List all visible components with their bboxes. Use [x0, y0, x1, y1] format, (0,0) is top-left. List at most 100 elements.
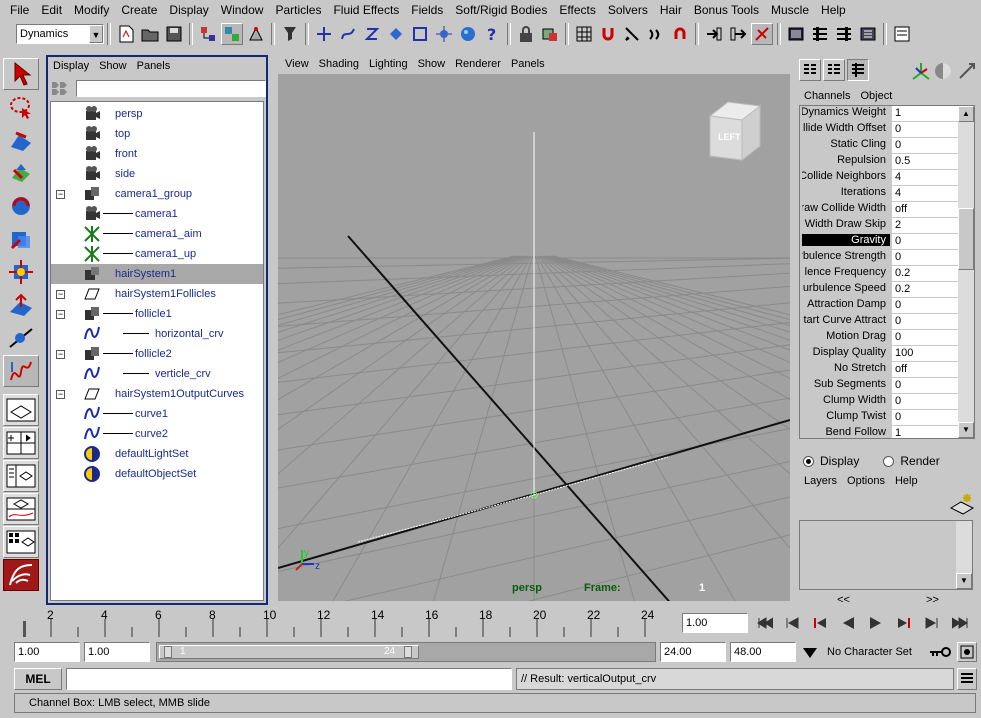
wave-icon[interactable]: [645, 23, 667, 45]
persp-outliner-layout-icon[interactable]: [3, 460, 39, 492]
channel-layer-view-icon[interactable]: [847, 59, 869, 81]
viewport-menu-view[interactable]: View: [280, 58, 314, 70]
channel-value-field[interactable]: 0: [892, 234, 958, 249]
channel-name[interactable]: Clump Twist: [802, 410, 890, 422]
layer-menu-options[interactable]: Options: [842, 475, 890, 487]
command-input[interactable]: [66, 668, 512, 690]
chevron-down-icon[interactable]: ▼: [89, 25, 103, 43]
channel-value-field[interactable]: 0.5: [892, 154, 958, 169]
channel-row[interactable]: Display Quality 100: [800, 346, 960, 362]
outliner-item[interactable]: top: [51, 124, 263, 144]
menu-modify[interactable]: Modify: [68, 0, 115, 20]
collapse-icon[interactable]: −: [56, 350, 65, 359]
outliner-item[interactable]: − hairSystem1OutputCurves: [51, 384, 263, 404]
channel-menu-channels[interactable]: Channels: [799, 90, 855, 102]
history-icon[interactable]: [573, 23, 595, 45]
channel-name[interactable]: Collide Neighbors: [802, 170, 890, 182]
channel-name[interactable]: rbulence Strength: [802, 250, 890, 262]
channel-value-field[interactable]: 0.2: [892, 266, 958, 281]
ipr-render-icon[interactable]: [833, 23, 855, 45]
menu-effects[interactable]: Effects: [553, 0, 601, 20]
menu-help[interactable]: Help: [815, 0, 852, 20]
universal-manipulator-icon[interactable]: [3, 256, 39, 288]
new-scene-icon[interactable]: [115, 23, 137, 45]
collapse-icon[interactable]: −: [56, 290, 65, 299]
channel-value-field[interactable]: 2: [892, 218, 958, 233]
viewport-menu-show[interactable]: Show: [413, 58, 451, 70]
sphere-icon[interactable]: [457, 23, 479, 45]
menu-particles[interactable]: Particles: [269, 0, 327, 20]
viewport-menu-shading[interactable]: Shading: [314, 58, 364, 70]
select-hierarchy-icon[interactable]: [197, 23, 219, 45]
channel-row[interactable]: Attraction Damp 0: [800, 298, 960, 314]
channel-name[interactable]: llide Width Offset: [802, 122, 890, 134]
outliner-item[interactable]: camera1: [51, 204, 263, 224]
channel-list[interactable]: Dynamics Weight 1 llide Width Offset 0 Stati…: [799, 105, 975, 439]
save-scene-icon[interactable]: [163, 23, 185, 45]
viewport-menu-panels[interactable]: Panels: [506, 58, 550, 70]
channel-row[interactable]: Width Draw Skip 2: [800, 218, 960, 234]
outliner-item[interactable]: front: [51, 144, 263, 164]
channel-row[interactable]: tart Curve Attract 0: [800, 314, 960, 330]
channel-manip-icon[interactable]: [957, 61, 977, 81]
range-handle-left[interactable]: [164, 646, 172, 658]
new-layer-icon[interactable]: [949, 492, 975, 516]
channel-name[interactable]: raw Collide Width: [802, 202, 890, 214]
output-ops-icon[interactable]: [727, 23, 749, 45]
outliner-item[interactable]: curve1: [51, 404, 263, 424]
key-icon[interactable]: [928, 644, 952, 660]
scroll-up-icon[interactable]: ▲: [958, 106, 974, 122]
channel-value-field[interactable]: 100: [892, 346, 958, 361]
end-time-field[interactable]: 48.00: [730, 642, 796, 662]
playback-end-field[interactable]: 24.00: [660, 642, 726, 662]
channel-row[interactable]: rbulence Strength 0: [800, 250, 960, 266]
step-forward-icon[interactable]: [920, 612, 944, 634]
layer-scrollbar[interactable]: ▼: [956, 521, 972, 589]
render-radio[interactable]: [883, 455, 895, 467]
channel-name[interactable]: Sub Segments: [802, 378, 890, 390]
outliner-item[interactable]: camera1_up: [51, 244, 263, 264]
layer-list[interactable]: ▼: [799, 520, 973, 590]
menu-hair[interactable]: Hair: [654, 0, 688, 20]
channel-row[interactable]: raw Collide Width off: [800, 202, 960, 218]
channel-row[interactable]: No Stretch off: [800, 362, 960, 378]
channel-value-field[interactable]: 4: [892, 170, 958, 185]
outliner-item[interactable]: hairSystem1: [51, 264, 263, 284]
channel-name[interactable]: Clump Width: [802, 394, 890, 406]
channel-row[interactable]: Clump Twist 0: [800, 410, 960, 426]
channel-name[interactable]: urbulence Speed: [802, 282, 890, 294]
channel-name[interactable]: lence Frequency: [802, 266, 890, 278]
channel-value-field[interactable]: 1: [892, 426, 958, 438]
snap-curve-icon[interactable]: [337, 23, 359, 45]
outliner-item[interactable]: camera1_aim: [51, 224, 263, 244]
menu-fluid-effects[interactable]: Fluid Effects: [327, 0, 405, 20]
outliner-menu-show[interactable]: Show: [94, 60, 132, 72]
menu-edit[interactable]: Edit: [35, 0, 68, 20]
channel-name[interactable]: Gravity: [802, 234, 890, 246]
character-set-label[interactable]: No Character Set: [824, 642, 922, 662]
curve-tool-icon[interactable]: [3, 355, 39, 387]
step-back-icon[interactable]: [780, 612, 804, 634]
channel-name[interactable]: Display Quality: [802, 346, 890, 358]
script-language-button[interactable]: MEL: [14, 668, 62, 690]
channel-value-field[interactable]: 0: [892, 138, 958, 153]
start-time-field[interactable]: 1.00: [14, 642, 80, 662]
menu-muscle[interactable]: Muscle: [765, 0, 815, 20]
range-slider-handle[interactable]: 1 24: [159, 645, 419, 659]
make-live-icon[interactable]: [409, 23, 431, 45]
move-tool-icon[interactable]: [3, 157, 39, 189]
highlight-selection-icon[interactable]: [539, 23, 561, 45]
play-forward-icon[interactable]: [864, 612, 888, 634]
channel-name[interactable]: Static Cling: [802, 138, 890, 150]
menu-soft-rigid-bodies[interactable]: Soft/Rigid Bodies: [449, 0, 553, 20]
channel-value-field[interactable]: 0: [892, 122, 958, 137]
scroll-thumb[interactable]: [958, 208, 974, 270]
snap-point-icon[interactable]: [361, 23, 383, 45]
select-tool-icon[interactable]: [3, 58, 39, 90]
channel-value-field[interactable]: off: [892, 202, 958, 217]
channel-shading-icon[interactable]: [933, 61, 953, 81]
scale-tool-icon[interactable]: [3, 223, 39, 255]
outliner-menu-display[interactable]: Display: [48, 60, 94, 72]
horseshoe-icon[interactable]: [669, 23, 691, 45]
current-time-marker[interactable]: [23, 621, 26, 637]
